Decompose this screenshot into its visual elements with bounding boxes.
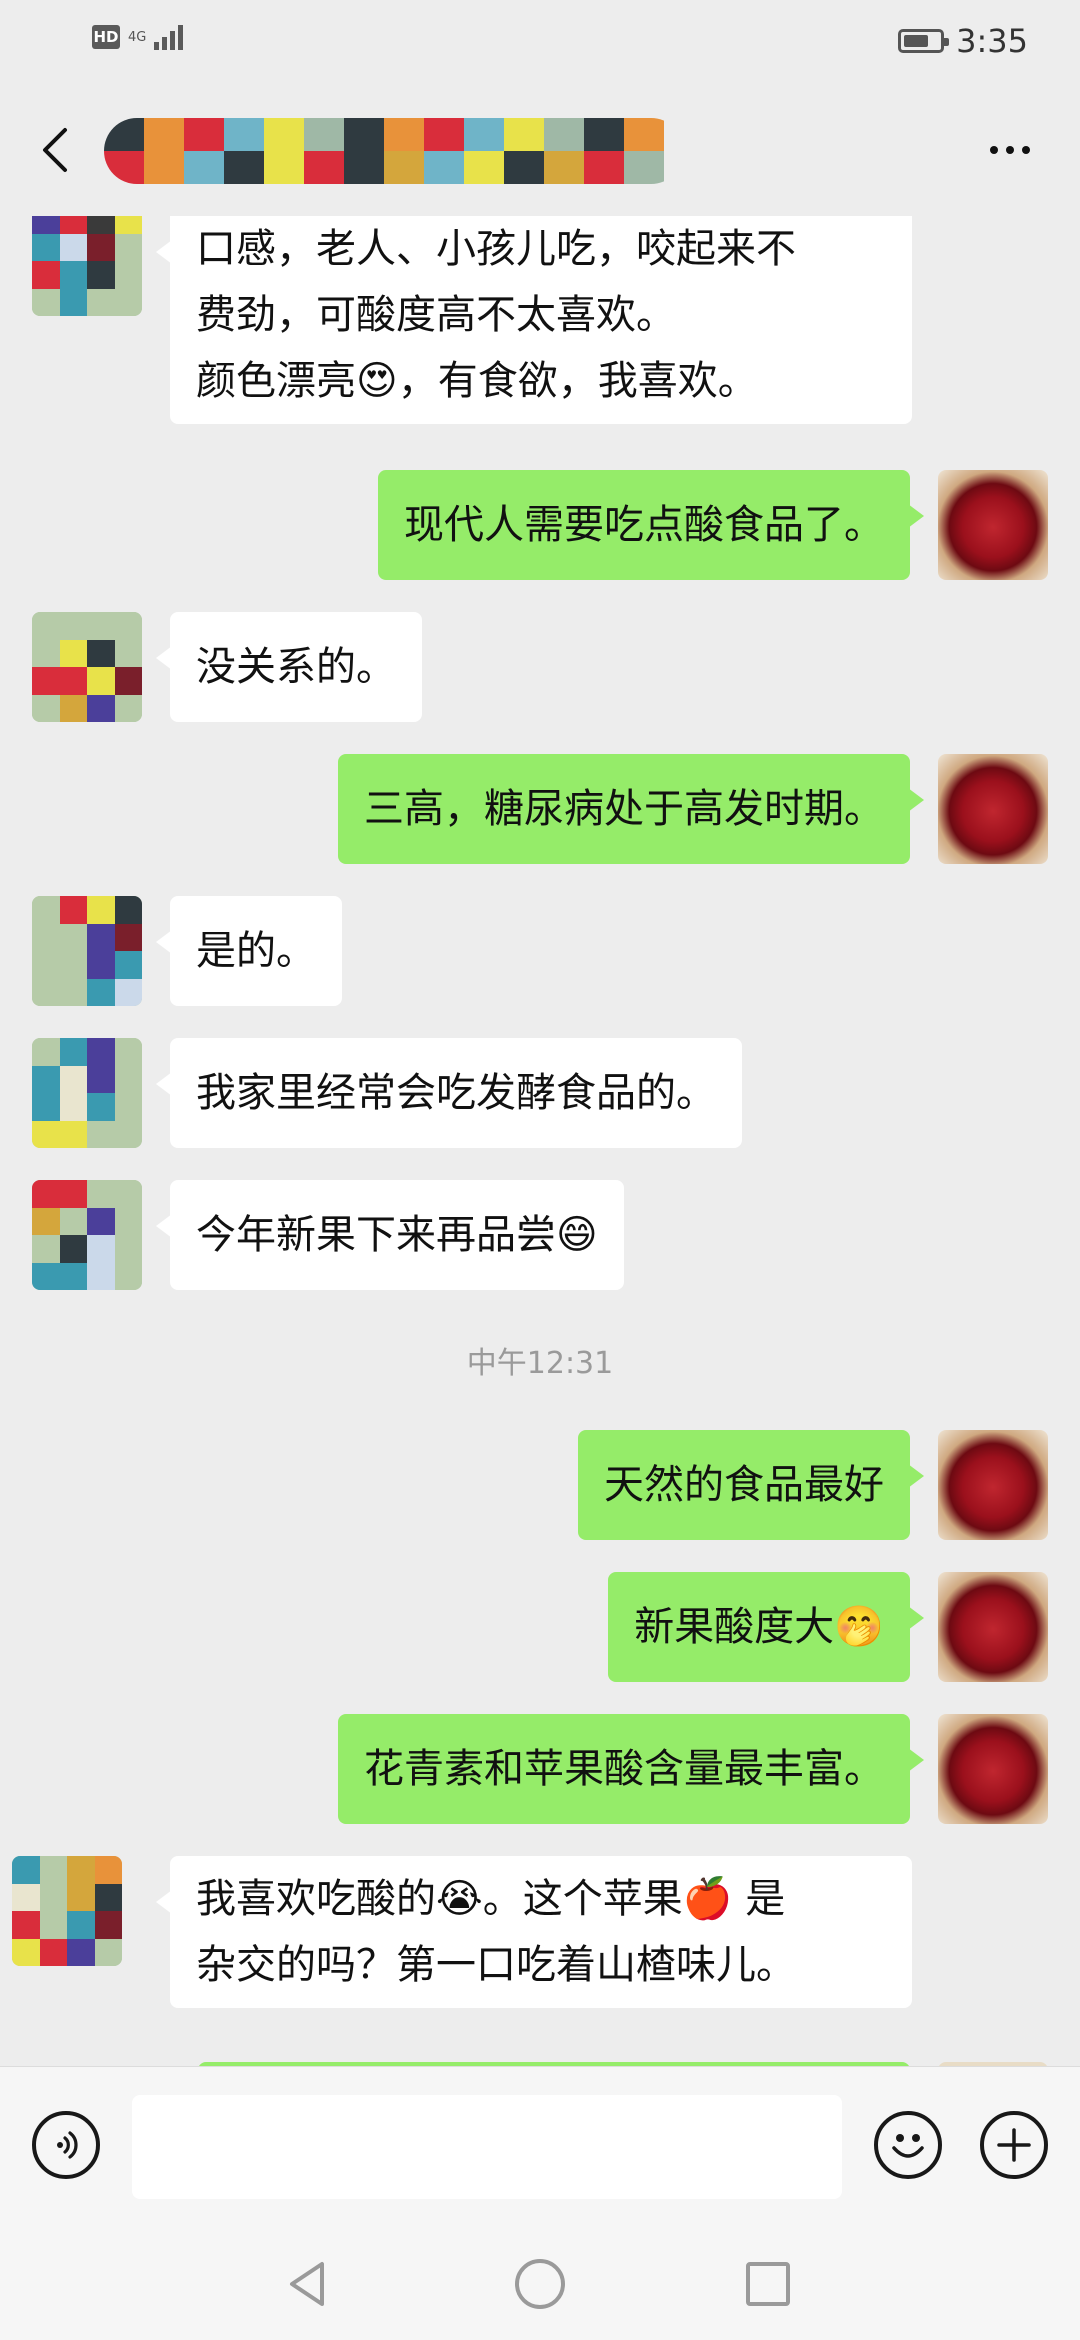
plus-icon <box>997 2128 1031 2162</box>
my-avatar[interactable] <box>938 1572 1048 1682</box>
input-bar <box>0 2066 1080 2231</box>
nav-back-button[interactable] <box>278 2254 338 2314</box>
timestamp: 中午12:31 <box>466 1346 614 1381</box>
message-bubble-incoming[interactable]: 是的。 <box>156 896 342 1006</box>
contact-avatar[interactable] <box>32 896 142 1006</box>
contact-avatar[interactable] <box>12 1856 122 1966</box>
my-avatar[interactable] <box>938 1430 1048 1540</box>
emoji-button[interactable] <box>874 2111 942 2179</box>
chevron-left-icon <box>43 128 67 172</box>
message-bubble-outgoing[interactable]: 新果酸度大🤭 <box>608 1572 924 1682</box>
plus-button[interactable] <box>980 2111 1048 2179</box>
network-type: 4G <box>128 29 147 45</box>
message-bubble-incoming[interactable]: 没关系的。 <box>156 612 422 722</box>
clock: 3:35 <box>956 22 1028 60</box>
message-bubble-outgoing[interactable]: 天然的食品最好 <box>578 1430 924 1540</box>
contact-avatar[interactable] <box>32 1180 142 1290</box>
voice-button[interactable] <box>32 2111 100 2179</box>
nav-recents-icon <box>746 2262 790 2306</box>
message-list[interactable]: 口感，老人、小孩儿吃，咬起来不 费劲，可酸度高不太喜欢。 颜色漂亮😍，有食欲，我… <box>0 216 1080 2066</box>
message-input[interactable] <box>132 2095 842 2199</box>
my-avatar[interactable] <box>938 470 1048 580</box>
my-avatar[interactable] <box>938 754 1048 864</box>
voice-icon <box>57 2131 78 2159</box>
message-bubble-outgoing[interactable]: 三高，糖尿病处于高发时期。 <box>338 754 924 864</box>
more-options-button[interactable] <box>980 132 1040 168</box>
message-line: 费劲，可酸度高不太喜欢。 <box>196 292 676 338</box>
nav-recents-button[interactable] <box>738 2254 798 2314</box>
emoji-icon <box>892 2134 924 2158</box>
my-avatar[interactable] <box>938 1714 1048 1824</box>
status-bar: HD 4G 3:35 <box>0 0 1080 84</box>
nav-home-icon <box>515 2259 565 2309</box>
message-line: 杂交的吗？第一口吃着山楂味儿。 <box>196 1942 796 1988</box>
status-right: 3:35 <box>898 22 1028 60</box>
message-line: 口感，老人、小孩儿吃，咬起来不 <box>196 226 796 272</box>
more-dot <box>990 146 998 154</box>
message-bubble-incoming[interactable]: 我喜欢吃酸的😭。这个苹果🍎 是 杂交的吗？第一口吃着山楂味儿。 <box>156 1856 912 2008</box>
more-dot <box>1006 146 1014 154</box>
contact-avatar[interactable] <box>32 612 142 722</box>
message-bubble-incoming[interactable]: 口感，老人、小孩儿吃，咬起来不 费劲，可酸度高不太喜欢。 颜色漂亮😍，有食欲，我… <box>156 216 912 424</box>
message-bubble-incoming[interactable]: 今年新果下来再品尝😄 <box>156 1180 624 1290</box>
back-button[interactable] <box>30 120 80 180</box>
message-line: 颜色漂亮😍，有食欲，我喜欢。 <box>196 358 758 404</box>
system-nav-bar <box>0 2230 1080 2340</box>
battery-icon <box>898 29 950 53</box>
chat-header <box>0 84 1080 216</box>
more-dot <box>1022 146 1030 154</box>
nav-home-button[interactable] <box>510 2254 570 2314</box>
hd-badge: HD <box>92 25 120 49</box>
message-bubble-outgoing[interactable]: 现代人需要吃点酸食品了。 <box>378 470 924 580</box>
signal-icon <box>154 24 184 50</box>
nav-back-icon <box>290 2262 324 2306</box>
chat-title-redacted <box>104 118 684 184</box>
message-bubble-outgoing[interactable]: 花青素和苹果酸含量最丰富。 <box>338 1714 924 1824</box>
signal-area: HD 4G <box>92 24 184 50</box>
message-text: 今年新果下来再品尝😄 <box>196 1212 598 1258</box>
message-bubble-incoming[interactable]: 我家里经常会吃发酵食品的。 <box>156 1038 742 1148</box>
message-line: 我喜欢吃酸的😭。这个苹果🍎 是 <box>196 1876 786 1922</box>
contact-avatar[interactable] <box>32 1038 142 1148</box>
contact-avatar[interactable] <box>32 216 142 316</box>
